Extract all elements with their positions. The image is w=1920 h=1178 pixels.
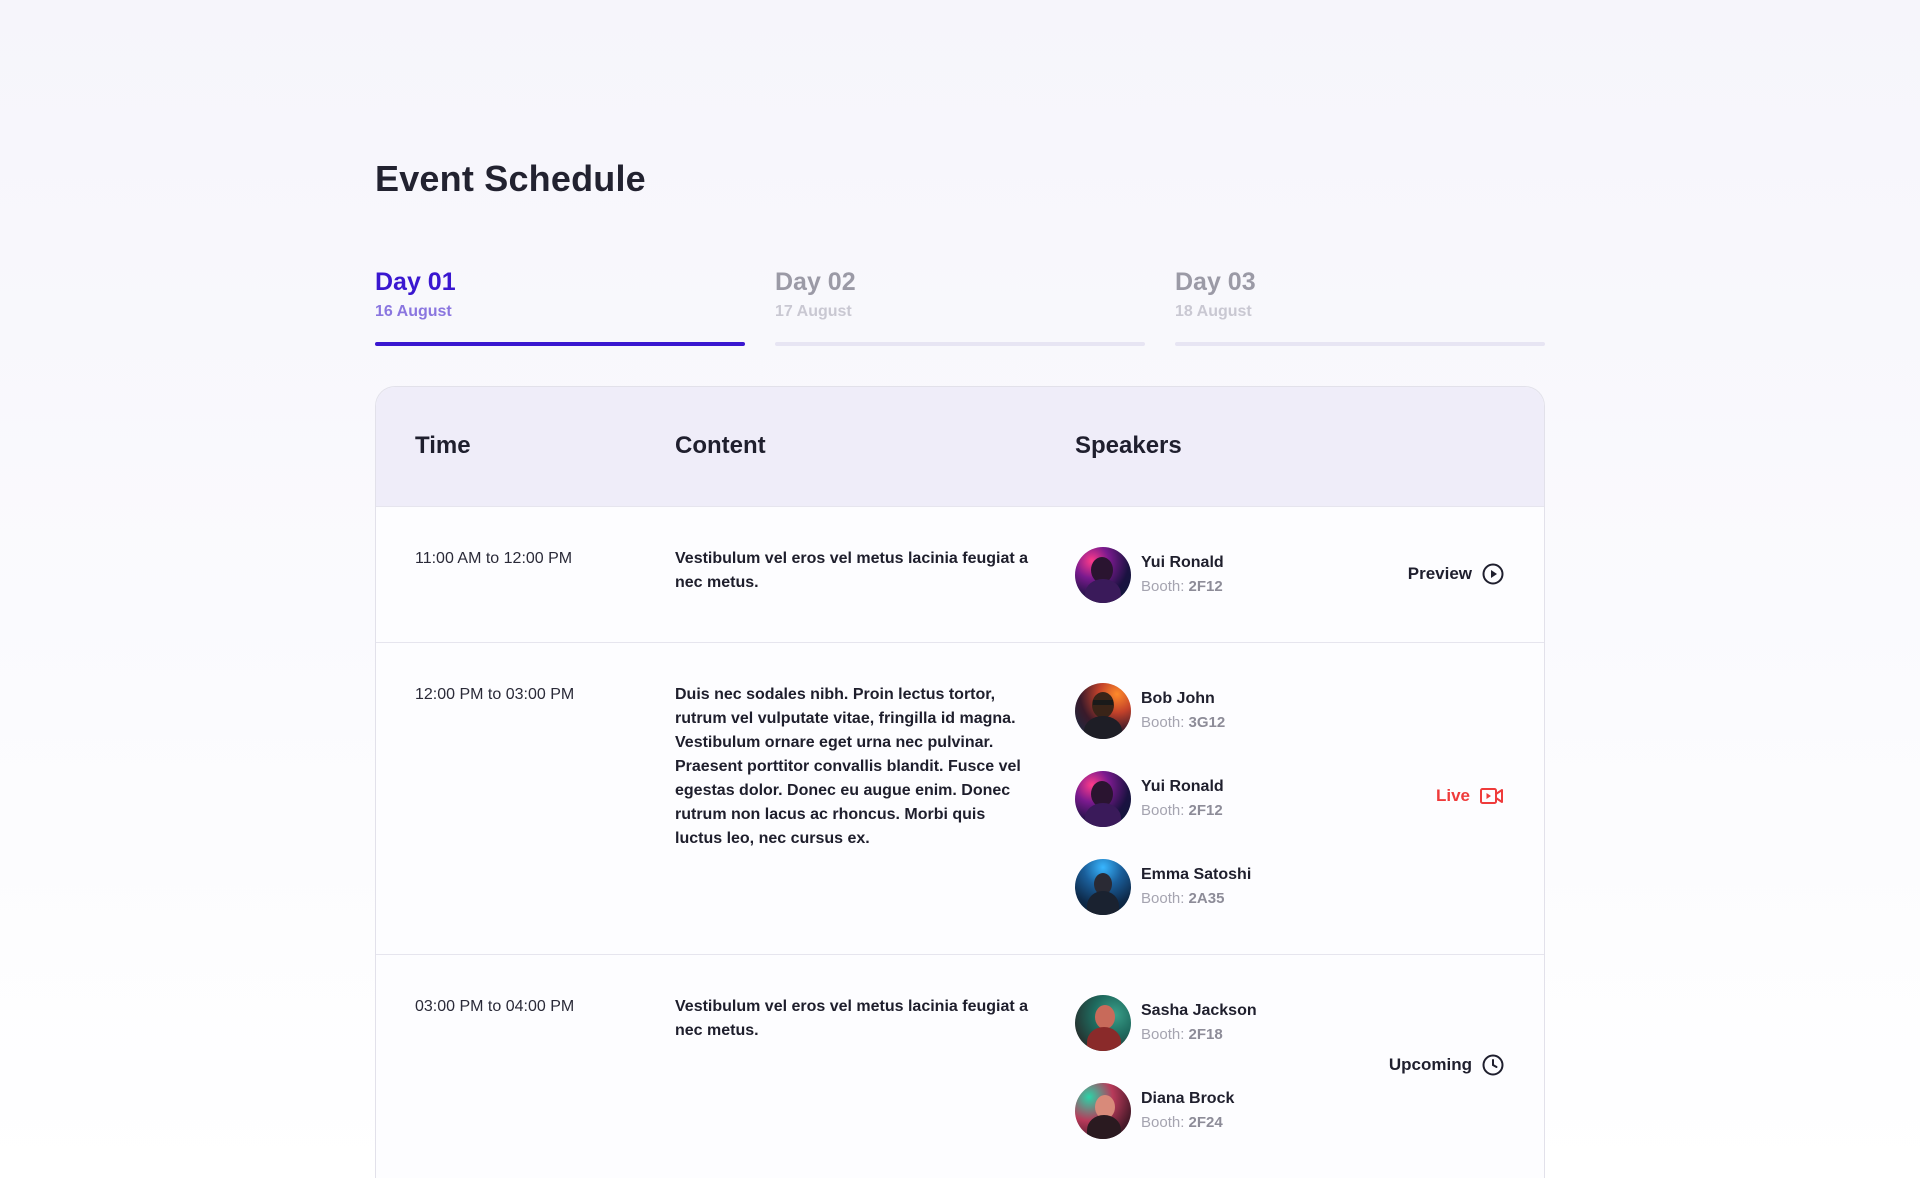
session-time: 03:00 PM to 04:00 PM [415,998,575,1015]
speaker-booth: Booth: 3G12 [1141,714,1226,731]
table-row: 12:00 PM to 03:00 PM Duis nec sodales ni… [376,642,1544,954]
speaker[interactable]: Emma Satoshi Booth: 2A35 [1075,859,1335,917]
tab-indicator [1175,342,1545,346]
avatar [1075,995,1131,1051]
speaker[interactable]: Sasha Jackson Booth: 2F18 [1075,995,1335,1053]
table-row: 03:00 PM to 04:00 PM Vestibulum vel eros… [376,954,1544,1178]
tab-day-03[interactable]: Day 03 18 August [1175,268,1545,348]
schedule-table: Time Content Speakers 11:00 AM to 12:00 … [375,386,1545,1178]
tab-label: Day 03 [1175,268,1256,296]
speaker[interactable]: Yui Ronald Booth: 2F12 [1075,547,1335,605]
session-time: 12:00 PM to 03:00 PM [415,686,575,703]
header-speakers: Speakers [1075,432,1182,459]
speaker-booth: Booth: 2F12 [1141,802,1223,819]
status-label: Upcoming [1388,1055,1472,1074]
play-circle-icon [1482,563,1504,585]
avatar [1075,1083,1131,1139]
day-tabs: Day 01 16 August Day 02 17 August Day 03… [375,268,1545,348]
speaker-name: Yui Ronald [1141,554,1224,571]
page-title: Event Schedule [375,158,646,199]
speaker-booth: Booth: 2A35 [1141,890,1225,907]
avatar [1075,859,1131,915]
tab-date: 17 August [775,303,852,320]
speaker-name: Yui Ronald [1141,778,1224,795]
avatar [1075,771,1131,827]
header-content: Content [675,432,766,459]
speaker-booth: Booth: 2F18 [1141,1026,1223,1043]
speaker-name: Emma Satoshi [1141,866,1252,883]
speaker[interactable]: Bob John Booth: 3G12 [1075,683,1335,741]
preview-button[interactable]: Preview [1408,563,1504,585]
tab-date: 16 August [375,303,452,320]
tab-date: 18 August [1175,303,1252,320]
session-content: Vestibulum vel eros vel metus lacinia fe… [675,998,1029,1039]
session-content: Duis nec sodales nibh. Proin lectus tort… [675,686,1021,847]
speaker-booth: Booth: 2F12 [1141,578,1223,595]
tab-indicator [775,342,1145,346]
status-label: Preview [1407,564,1472,583]
session-time: 11:00 AM to 12:00 PM [415,550,573,567]
tab-indicator [375,342,745,346]
avatar [1075,683,1131,739]
speaker[interactable]: Diana Brock Booth: 2F24 [1075,1083,1335,1141]
speaker-name: Sasha Jackson [1141,1002,1257,1019]
header-time: Time [415,432,471,459]
session-content: Vestibulum vel eros vel metus lacinia fe… [675,550,1029,591]
speaker-name: Diana Brock [1141,1090,1235,1107]
tab-label: Day 01 [375,268,456,296]
avatar [1075,547,1131,603]
tab-day-02[interactable]: Day 02 17 August [775,268,1145,348]
clock-icon [1482,1054,1504,1076]
upcoming-button[interactable]: Upcoming [1389,1054,1504,1076]
video-camera-icon [1480,788,1503,804]
tab-label: Day 02 [775,268,856,296]
speaker-booth: Booth: 2F24 [1141,1114,1223,1131]
table-header: Time Content Speakers [376,387,1544,506]
status-label: Live [1435,786,1470,805]
live-button[interactable]: Live [1436,786,1504,806]
table-row: 11:00 AM to 12:00 PM Vestibulum vel eros… [376,506,1544,642]
speaker[interactable]: Yui Ronald Booth: 2F12 [1075,771,1335,829]
speaker-name: Bob John [1141,690,1215,707]
tab-day-01[interactable]: Day 01 16 August [375,268,745,348]
